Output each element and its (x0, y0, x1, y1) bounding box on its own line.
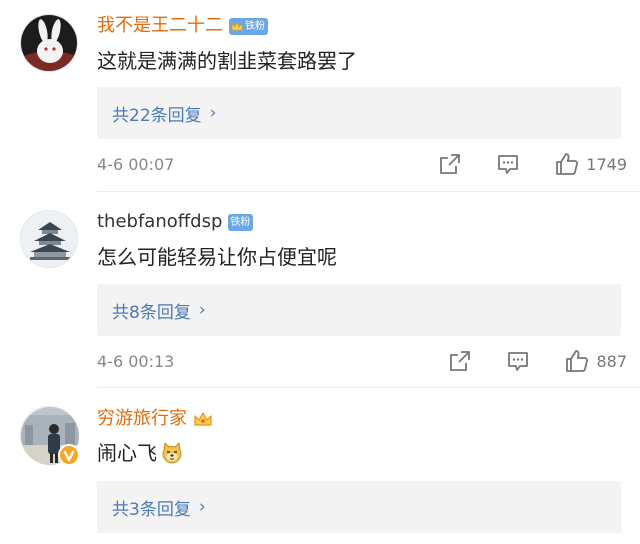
comment-button[interactable] (506, 349, 530, 373)
crown-badge-icon (231, 20, 243, 30)
user-row: thebfanoffdsp 铁粉 (97, 209, 254, 235)
replies-label: 共8条回复 (112, 302, 191, 323)
comment-meta: 4-6 00:13 887 (97, 346, 627, 376)
share-button[interactable] (438, 152, 462, 176)
divider (97, 191, 640, 192)
comment-text: 怎么可能轻易让你占便宜呢 (97, 245, 337, 269)
share-icon (450, 351, 471, 371)
share-button[interactable] (448, 349, 472, 373)
chevron-right-icon: › (198, 497, 206, 517)
user-row: 穷游旅行家 (97, 406, 213, 432)
comment-actions: 1749 (438, 151, 627, 177)
comment-item: 穷游旅行家 闹心飞 共3条回复 › (0, 401, 640, 544)
comment-item: 我不是王二十二 铁粉 这就是满满的割韭菜套路罢了 共22条回复 › 4-6 00… (0, 8, 640, 192)
like-count: 1749 (586, 154, 627, 174)
comment-text: 这就是满满的割韭菜套路罢了 (97, 49, 357, 73)
divider (97, 387, 640, 388)
replies-label: 共22条回复 (112, 105, 202, 126)
like-count: 887 (596, 351, 627, 371)
share-icon (440, 154, 461, 174)
view-replies-button[interactable]: 共22条回复 › (97, 87, 621, 139)
thumbs-up-icon (556, 153, 579, 175)
doge-emoji-icon (162, 441, 182, 464)
comment-text-content: 闹心飞 (97, 441, 157, 465)
badge-label: 铁粉 (245, 20, 265, 32)
avatar[interactable] (20, 210, 78, 268)
avatar[interactable] (20, 14, 78, 72)
view-replies-button[interactable]: 共8条回复 › (97, 284, 621, 336)
chevron-right-icon: › (198, 300, 206, 320)
fan-badge: 铁粉 (229, 17, 268, 35)
comment-icon (498, 155, 519, 174)
user-row: 我不是王二十二 铁粉 (97, 13, 268, 39)
replies-label: 共3条回复 (112, 499, 191, 520)
comment-actions: 887 (448, 348, 627, 374)
comment-icon (508, 352, 529, 371)
rabbit-avatar-icon (21, 15, 77, 71)
chevron-right-icon: › (209, 103, 217, 123)
username[interactable]: 穷游旅行家 (97, 406, 187, 432)
comment-meta: 4-6 00:07 1749 (97, 149, 627, 179)
like-button[interactable]: 887 (564, 348, 627, 374)
badge-label: 铁粉 (230, 216, 251, 228)
thumbs-up-icon (566, 350, 589, 372)
crown-icon (194, 412, 212, 426)
comment-button[interactable] (496, 152, 520, 176)
fan-badge: 铁粉 (228, 213, 254, 231)
comment-item: thebfanoffdsp 铁粉 怎么可能轻易让你占便宜呢 共8条回复 › 4-… (0, 204, 640, 388)
username[interactable]: 我不是王二十二 (97, 13, 223, 39)
avatar[interactable] (20, 406, 80, 466)
comment-time: 4-6 00:13 (97, 351, 175, 371)
comment-time: 4-6 00:07 (97, 154, 175, 174)
view-replies-button[interactable]: 共3条回复 › (97, 481, 621, 533)
like-button[interactable]: 1749 (554, 151, 627, 177)
temple-of-heaven-avatar-icon (21, 211, 77, 267)
comment-text: 闹心飞 (97, 439, 184, 467)
username[interactable]: thebfanoffdsp (97, 209, 222, 235)
verified-badge-icon (58, 444, 80, 466)
